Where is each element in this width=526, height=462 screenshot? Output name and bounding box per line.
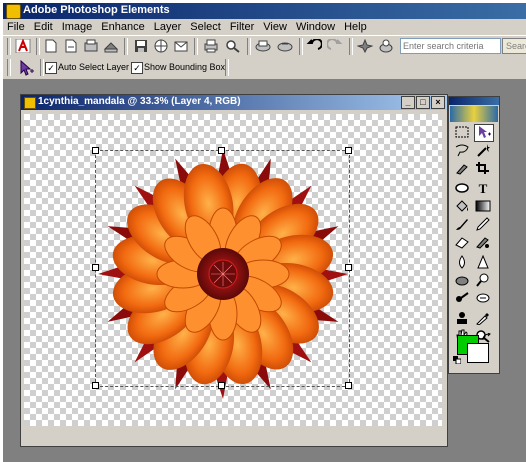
burn-tool-icon[interactable] xyxy=(474,291,492,307)
transform-handle[interactable] xyxy=(218,147,225,154)
menu-help[interactable]: Help xyxy=(340,19,372,33)
auto-select-layer-checkbox[interactable]: ✓ xyxy=(45,62,57,74)
print-preview-icon[interactable] xyxy=(225,39,241,53)
show-bounding-box-label: Show Bounding Box xyxy=(144,62,226,72)
image-canvas[interactable] xyxy=(24,114,442,426)
menu-image[interactable]: Image xyxy=(58,19,98,33)
close-button[interactable]: × xyxy=(431,96,445,109)
brush-tool-icon[interactable] xyxy=(453,217,471,233)
attach-email-icon[interactable] xyxy=(173,39,189,53)
menu-select[interactable]: Select xyxy=(186,19,226,33)
toolbox: T xyxy=(448,96,500,374)
menu-window[interactable]: Window xyxy=(292,19,340,33)
options-separator xyxy=(225,59,229,76)
menu-file[interactable]: File xyxy=(3,19,30,33)
transform-handle[interactable] xyxy=(92,147,99,154)
show-bounding-box-checkbox[interactable]: ✓ xyxy=(131,62,143,74)
menu-edit[interactable]: Edit xyxy=(30,19,58,33)
import-icon[interactable] xyxy=(83,39,99,53)
palette-well-edge xyxy=(500,80,526,462)
save-for-web-icon[interactable] xyxy=(153,39,169,53)
transform-handle[interactable] xyxy=(345,264,352,271)
document-titlebar[interactable]: 1cynthia_mandala @ 33.3% (Layer 4, RGB) … xyxy=(21,95,447,110)
move-tool-icon[interactable] xyxy=(474,124,494,142)
bounding-box[interactable] xyxy=(92,147,352,389)
help-icon[interactable] xyxy=(378,39,394,53)
default-colors-icon[interactable] xyxy=(453,355,462,365)
paint-bucket-tool-icon[interactable] xyxy=(453,199,471,215)
search-input[interactable] xyxy=(400,38,501,54)
toolbox-titlebar[interactable] xyxy=(449,97,499,105)
maximize-button[interactable]: □ xyxy=(416,96,430,109)
photoshop-app-icon xyxy=(6,4,21,19)
crop-tool-icon[interactable] xyxy=(474,161,492,177)
magic-wand-tool-icon[interactable] xyxy=(474,143,492,159)
document-title: 1cynthia_mandala @ 33.3% (Layer 4, RGB) xyxy=(38,96,241,107)
smudge-tool-icon[interactable] xyxy=(453,291,471,307)
selection-brush-tool-icon[interactable] xyxy=(453,161,471,177)
print-icon[interactable] xyxy=(203,39,219,53)
eyedropper-tool-icon[interactable] xyxy=(474,311,492,327)
marquee-tool-icon[interactable] xyxy=(453,125,471,141)
menu-filter[interactable]: Filter xyxy=(226,19,259,33)
swap-colors-icon[interactable] xyxy=(482,332,492,341)
shape-tool-icon[interactable] xyxy=(453,181,471,197)
document-icon xyxy=(24,97,36,109)
sharpen-tool-icon[interactable] xyxy=(474,254,492,271)
step-forward-icon[interactable] xyxy=(326,38,343,53)
step-backward-icon[interactable] xyxy=(306,38,323,53)
open-file-icon[interactable] xyxy=(63,39,79,53)
toolbar-separator xyxy=(349,38,353,55)
app-titlebar: Adobe Photoshop Elements xyxy=(3,3,526,19)
quick-fix-icon[interactable] xyxy=(356,38,374,54)
toolbar-separator xyxy=(124,38,128,55)
clone-stamp-tool-icon[interactable] xyxy=(453,311,471,327)
options-separator xyxy=(40,59,44,76)
toolbar-separator xyxy=(194,38,198,55)
blur-tool-icon[interactable] xyxy=(453,255,471,271)
save-icon[interactable] xyxy=(133,39,149,53)
transform-handle[interactable] xyxy=(345,147,352,154)
new-file-icon[interactable] xyxy=(43,39,59,53)
lasso-tool-icon[interactable] xyxy=(453,143,471,159)
background-color-swatch[interactable] xyxy=(467,343,489,363)
toolbar-separator xyxy=(299,38,303,55)
toolbar-separator xyxy=(7,38,11,55)
gradient-tool-icon[interactable] xyxy=(474,199,492,215)
scanner-icon[interactable] xyxy=(103,39,119,53)
adobe-online-icon[interactable] xyxy=(15,38,31,54)
photo-share-icon[interactable] xyxy=(277,39,293,53)
red-eye-brush-tool-icon[interactable] xyxy=(474,235,492,251)
transform-handle[interactable] xyxy=(92,264,99,271)
menu-bar: File Edit Image Enhance Layer Select Filter Vie… xyxy=(3,19,526,35)
move-tool-icon[interactable] xyxy=(17,59,35,77)
transform-handle[interactable] xyxy=(92,382,99,389)
transform-handle[interactable] xyxy=(345,382,352,389)
document-window: 1cynthia_mandala @ 33.3% (Layer 4, RGB) … xyxy=(20,94,448,447)
minimize-button[interactable]: _ xyxy=(401,96,415,109)
sponge-tool-icon[interactable] xyxy=(453,273,471,289)
options-separator xyxy=(7,59,11,76)
photoshop-elements-window: Adobe Photoshop Elements File Edit Image En… xyxy=(0,0,526,462)
search-button[interactable]: Search xyxy=(502,38,526,54)
toolbar-separator xyxy=(247,38,251,55)
elements-logo xyxy=(450,106,498,122)
menu-layer[interactable]: Layer xyxy=(150,19,187,33)
transform-handle[interactable] xyxy=(218,382,225,389)
toolbar-separator xyxy=(36,38,40,55)
type-tool-icon[interactable]: T xyxy=(474,181,492,197)
menu-enhance[interactable]: Enhance xyxy=(97,19,149,33)
pencil-tool-icon[interactable] xyxy=(474,217,492,233)
app-title: Adobe Photoshop Elements xyxy=(23,4,170,16)
eraser-tool-icon[interactable] xyxy=(453,235,471,251)
menu-view[interactable]: View xyxy=(259,19,292,33)
options-bar: ✓ Auto Select Layer ✓ Show Bounding Box xyxy=(3,57,526,80)
online-services-icon[interactable] xyxy=(255,39,271,53)
shortcuts-bar: Search xyxy=(3,35,526,58)
dodge-tool-icon[interactable] xyxy=(474,273,492,289)
auto-select-layer-label: Auto Select Layer xyxy=(58,62,130,72)
